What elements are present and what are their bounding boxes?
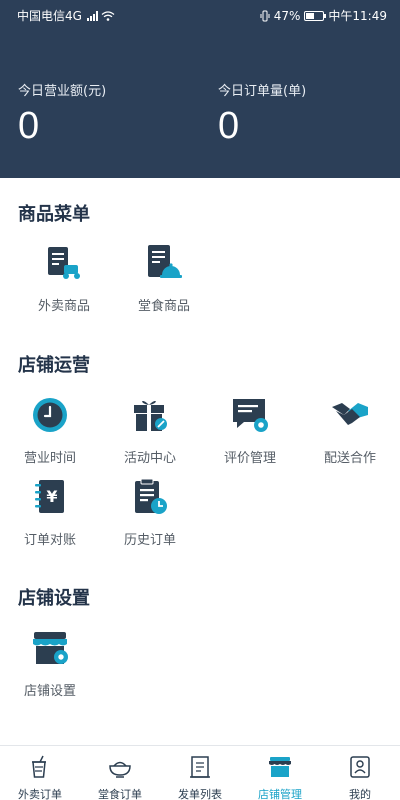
delivery-products-label: 外卖商品 xyxy=(37,299,90,314)
svg-text:¥: ¥ xyxy=(46,487,57,506)
clock-time: 中午11:49 xyxy=(328,9,387,23)
activity-center-button[interactable]: 活动中心 xyxy=(100,395,200,466)
delivery-products-button[interactable]: 外卖商品 xyxy=(14,243,114,314)
tab-store-management-label: 店铺管理 xyxy=(258,788,302,800)
activity-center-label: 活动中心 xyxy=(123,451,176,466)
delivery-cooperation-label: 配送合作 xyxy=(323,451,376,466)
today-orders-label: 今日订单量(单) xyxy=(218,84,307,99)
tab-takeaway-orders-label: 外卖订单 xyxy=(18,788,62,800)
today-revenue-label: 今日营业额(元) xyxy=(18,84,107,99)
gift-icon xyxy=(134,400,167,431)
section-title-products: 商品菜单 xyxy=(18,204,90,225)
tab-profile[interactable]: 我的 xyxy=(320,746,400,800)
store-settings-label: 店铺设置 xyxy=(23,684,76,699)
business-hours-button[interactable]: 营业时间 xyxy=(0,395,100,466)
business-hours-label: 营业时间 xyxy=(23,451,76,466)
dine-bowl-icon xyxy=(109,761,131,778)
takeaway-cup-icon xyxy=(32,755,46,778)
wifi-icon xyxy=(101,10,115,21)
clock-icon xyxy=(33,398,67,432)
vibrate-icon xyxy=(260,10,270,21)
today-revenue-value: 0 xyxy=(18,105,40,147)
tab-takeaway-orders[interactable]: 外卖订单 xyxy=(0,746,80,800)
today-orders: 今日订单量(单) 0 xyxy=(218,80,306,148)
review-management-button[interactable]: 评价管理 xyxy=(200,395,300,466)
order-reconciliation-label: 订单对账 xyxy=(23,533,76,548)
battery-icon xyxy=(304,10,327,21)
tab-dine-orders[interactable]: 堂食订单 xyxy=(80,746,160,800)
order-reconciliation-button[interactable]: ¥ 订单对账 xyxy=(0,477,100,548)
carrier-text: 中国电信4G xyxy=(17,9,82,23)
review-management-label: 评价管理 xyxy=(223,451,276,466)
signal-icon xyxy=(86,10,98,21)
dine-in-products-button[interactable]: 堂食商品 xyxy=(114,243,214,314)
stats-header: 中国电信4G 47% 中午11:49 今日营业额(元) 0 今日订单量(单) 0 xyxy=(0,0,400,178)
handshake-icon xyxy=(332,403,368,425)
tab-store-management[interactable]: 店铺管理 xyxy=(240,746,320,800)
history-orders-button[interactable]: 历史订单 xyxy=(100,477,200,548)
delivery-cooperation-button[interactable]: 配送合作 xyxy=(300,395,400,466)
review-icon xyxy=(233,399,268,432)
tab-dispatch-list-label: 发单列表 xyxy=(178,788,222,800)
store-settings-icon xyxy=(33,632,68,664)
today-orders-value: 0 xyxy=(218,105,240,147)
section-title-operations: 店铺运营 xyxy=(18,355,90,376)
history-order-icon xyxy=(135,478,167,514)
status-bar: 中国电信4G 47% 中午11:49 xyxy=(0,0,400,28)
tab-dine-orders-label: 堂食订单 xyxy=(98,788,142,800)
tab-dispatch-list[interactable]: 发单列表 xyxy=(160,746,240,800)
section-title-settings: 店铺设置 xyxy=(18,588,90,609)
delivery-product-icon xyxy=(48,247,80,279)
yuan-ledger-icon: ¥ xyxy=(35,480,64,513)
history-orders-label: 历史订单 xyxy=(123,533,176,548)
dine-in-product-icon xyxy=(148,245,182,278)
store-icon xyxy=(269,757,291,777)
profile-icon xyxy=(350,756,370,778)
battery-percent: 47% xyxy=(273,8,301,23)
bottom-tab-bar: 外卖订单 堂食订单 发单列表 店铺管理 我的 xyxy=(0,745,400,800)
dispatch-list-icon xyxy=(190,756,210,778)
today-revenue: 今日营业额(元) 0 xyxy=(18,80,106,148)
dine-in-products-label: 堂食商品 xyxy=(137,299,190,314)
tab-profile-label: 我的 xyxy=(349,788,371,800)
store-settings-button[interactable]: 店铺设置 xyxy=(0,628,100,699)
